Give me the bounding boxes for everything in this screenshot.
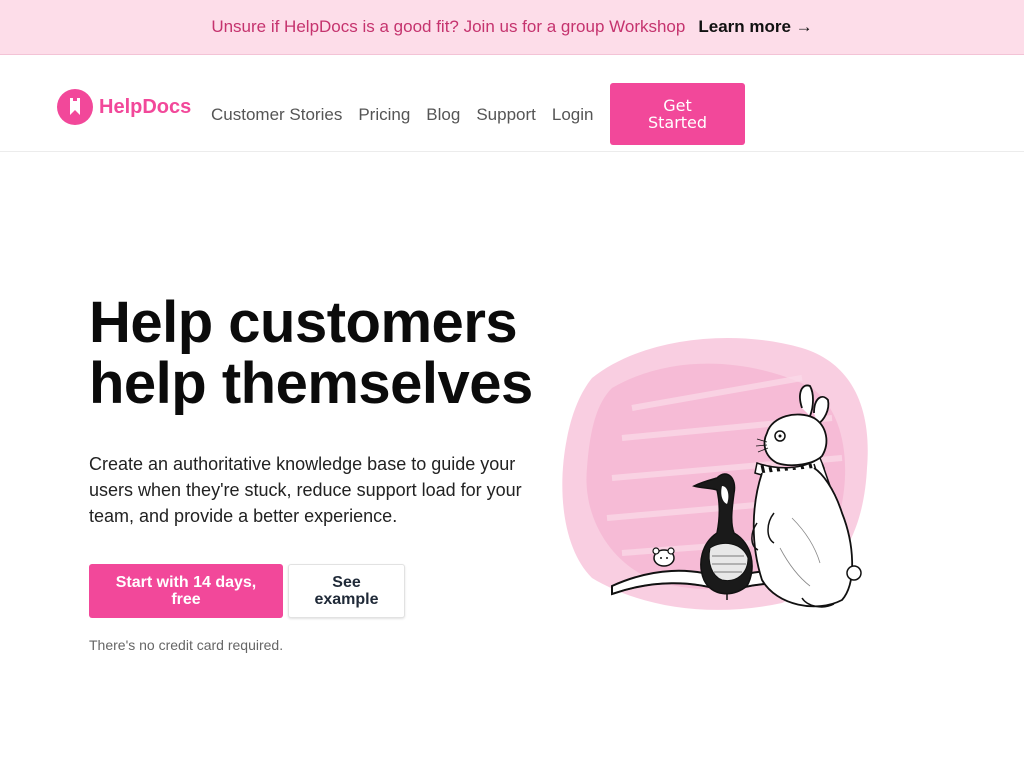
nav-customer-stories[interactable]: Customer Stories xyxy=(211,105,342,125)
logo[interactable]: HelpDocs xyxy=(57,89,191,125)
see-example-label: See example xyxy=(314,574,379,608)
start-trial-button[interactable]: Start with 14 days, free xyxy=(89,564,283,618)
hero-title-line-1: Help customers xyxy=(89,290,518,355)
banner-text: Unsure if HelpDocs is a good fit? Join u… xyxy=(211,17,686,36)
hero-title: Help customers help themselves xyxy=(89,292,569,414)
no-credit-card-note: There's no credit card required. xyxy=(89,637,284,653)
nav-support[interactable]: Support xyxy=(476,105,536,125)
get-started-label: Get Started xyxy=(647,96,708,132)
helpdocs-logo-icon xyxy=(57,89,93,125)
rabbit-goose-reading-illustration xyxy=(562,338,868,610)
get-started-button[interactable]: Get Started xyxy=(610,83,745,145)
learn-more-link[interactable]: Learn more → xyxy=(698,17,812,37)
hero-illustration xyxy=(552,318,882,618)
announcement-banner: Unsure if HelpDocs is a good fit? Join u… xyxy=(0,0,1024,55)
logo-text: HelpDocs xyxy=(99,95,192,118)
site-header: HelpDocs Customer Stories Pricing Blog S… xyxy=(0,55,1024,152)
main-nav: Customer Stories Pricing Blog Support Lo… xyxy=(211,105,609,125)
hero-title-line-2: help themselves xyxy=(89,351,533,416)
nav-blog[interactable]: Blog xyxy=(426,105,460,125)
nav-login[interactable]: Login xyxy=(552,105,594,125)
see-example-button[interactable]: See example xyxy=(288,564,405,618)
hero-description: Create an authoritative knowledge base t… xyxy=(89,454,522,526)
nav-pricing[interactable]: Pricing xyxy=(358,105,410,125)
